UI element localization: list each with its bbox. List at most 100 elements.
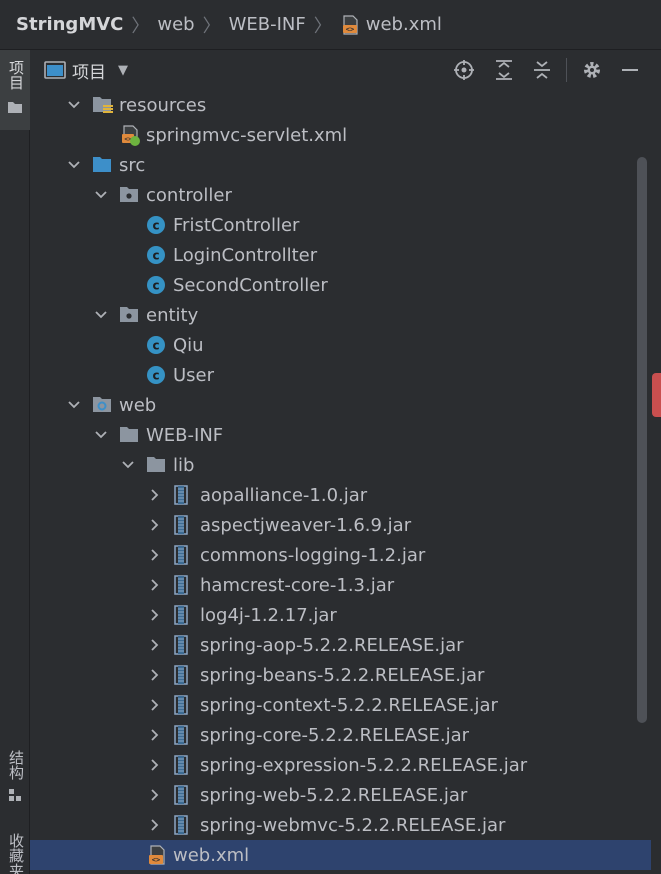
project-tree: resources <> springmvc-servlet.xml src contr… <box>30 90 661 874</box>
chevron-down-icon[interactable] <box>93 187 109 203</box>
tree-item-label: Qiu <box>173 334 204 356</box>
tree-row[interactable]: c LoginControllter <box>30 240 651 270</box>
resources-folder-icon <box>92 95 113 115</box>
tree-item-label: LoginControllter <box>173 244 318 266</box>
tree-row[interactable]: aopalliance-1.0.jar <box>30 480 651 510</box>
breadcrumb-item-web[interactable]: web <box>157 14 194 35</box>
tree-row[interactable]: hamcrest-core-1.3.jar <box>30 570 651 600</box>
breadcrumb-project[interactable]: StringMVC <box>16 14 123 35</box>
chevron-down-icon[interactable] <box>66 97 82 113</box>
tree-item-label: commons-logging-1.2.jar <box>200 544 426 566</box>
folder-icon <box>119 425 139 445</box>
chevron-right-icon[interactable] <box>147 787 163 803</box>
tree-row[interactable]: c User <box>30 360 651 390</box>
tree-item-label: springmvc-servlet.xml <box>146 124 348 146</box>
web-folder-icon <box>92 395 112 415</box>
tree-row[interactable]: c FristController <box>30 210 651 240</box>
tree-row[interactable]: spring-context-5.2.2.RELEASE.jar <box>30 690 651 720</box>
tree-row[interactable]: lib <box>30 450 651 480</box>
tree-row[interactable]: controller <box>30 180 651 210</box>
jar-icon <box>173 605 193 625</box>
chevron-right-icon: 〉 <box>131 15 150 37</box>
breadcrumb-item-web-xml[interactable]: <> web.xml <box>340 14 442 35</box>
chevron-right-icon[interactable] <box>147 757 163 773</box>
tree-row[interactable]: <> web.xml <box>30 840 651 870</box>
jar-icon <box>173 725 193 745</box>
tree-item-label: User <box>173 364 215 386</box>
tree-item-label: SecondController <box>173 274 328 296</box>
tree-row[interactable]: aspectjweaver-1.6.9.jar <box>30 510 651 540</box>
tree-row[interactable]: c Qiu <box>30 330 651 360</box>
xml-file-icon: <> <box>342 14 358 35</box>
gear-icon[interactable] <box>580 58 604 82</box>
jar-icon <box>173 785 193 805</box>
tree-row[interactable]: src <box>30 150 651 180</box>
tree-row[interactable]: WEB-INF <box>30 420 651 450</box>
chevron-down-icon[interactable]: ▼ <box>118 63 128 78</box>
tree-row[interactable]: web <box>30 390 651 420</box>
spring-xml-icon: <> <box>119 125 140 146</box>
class-icon: c <box>146 275 166 295</box>
tree-item-label: aspectjweaver-1.6.9.jar <box>200 514 412 536</box>
project-view-icon <box>44 61 66 79</box>
chevron-right-icon[interactable] <box>147 487 163 503</box>
chevron-down-icon[interactable] <box>66 157 82 173</box>
tree-item-label: src <box>119 154 146 176</box>
tree-row[interactable]: spring-expression-5.2.2.RELEASE.jar <box>30 750 651 780</box>
tree-row[interactable]: <> springmvc-servlet.xml <box>30 120 651 150</box>
project-view-title[interactable]: 项目 <box>72 58 106 83</box>
tree-row[interactable]: entity <box>30 300 651 330</box>
expand-all-icon[interactable] <box>492 58 516 82</box>
tree-item-label: web <box>119 394 157 416</box>
tree-row[interactable]: spring-aop-5.2.2.RELEASE.jar <box>30 630 651 660</box>
chevron-right-icon[interactable] <box>147 817 163 833</box>
chevron-right-icon[interactable] <box>147 667 163 683</box>
svg-text:<>: <> <box>346 25 354 33</box>
tree-row[interactable]: spring-core-5.2.2.RELEASE.jar <box>30 720 651 750</box>
tree-row[interactable]: spring-web-5.2.2.RELEASE.jar <box>30 780 651 810</box>
chevron-down-icon[interactable] <box>93 427 109 443</box>
project-tool-button[interactable]: 项目 <box>0 50 30 130</box>
breadcrumb-file-label: web.xml <box>365 14 442 35</box>
tree-scrollbar[interactable] <box>637 157 647 723</box>
tree-item-label: spring-expression-5.2.2.RELEASE.jar <box>200 754 528 776</box>
locate-icon[interactable] <box>452 58 476 82</box>
tree-item-label: web.xml <box>173 844 250 866</box>
chevron-right-icon[interactable] <box>147 577 163 593</box>
project-stripe-label: 项目 <box>7 60 25 90</box>
class-icon: c <box>146 245 166 265</box>
collapse-all-icon[interactable] <box>530 58 554 82</box>
folder-icon <box>8 102 22 113</box>
chevron-down-icon[interactable] <box>66 397 82 413</box>
tree-row[interactable]: log4j-1.2.17.jar <box>30 600 651 630</box>
error-marker[interactable] <box>652 373 661 417</box>
favorites-tool-button[interactable]: 收藏夹 <box>0 825 30 874</box>
breadcrumb-item-web-inf[interactable]: WEB-INF <box>229 14 306 35</box>
breadcrumb: StringMVC 〉 web 〉 WEB-INF 〉 <> web.xml <box>0 0 661 50</box>
tree-item-label: entity <box>146 304 199 326</box>
tree-item-label: controller <box>146 184 232 206</box>
tree-item-label: spring-webmvc-5.2.2.RELEASE.jar <box>200 814 506 836</box>
minimize-icon[interactable] <box>618 58 642 82</box>
chevron-right-icon[interactable] <box>147 727 163 743</box>
tree-row[interactable]: c SecondController <box>30 270 651 300</box>
chevron-right-icon[interactable] <box>147 637 163 653</box>
tree-row[interactable]: spring-beans-5.2.2.RELEASE.jar <box>30 660 651 690</box>
tree-row[interactable]: resources <box>30 90 651 120</box>
chevron-right-icon[interactable] <box>147 607 163 623</box>
tree-row[interactable]: spring-webmvc-5.2.2.RELEASE.jar <box>30 810 651 840</box>
chevron-right-icon[interactable] <box>147 697 163 713</box>
folder-icon <box>146 455 166 475</box>
tree-item-label: spring-web-5.2.2.RELEASE.jar <box>200 784 468 806</box>
chevron-down-icon[interactable] <box>93 307 109 323</box>
tree-item-label: resources <box>119 94 207 116</box>
chevron-down-icon[interactable] <box>120 457 136 473</box>
tree-row[interactable]: commons-logging-1.2.jar <box>30 540 651 570</box>
chevron-right-icon[interactable] <box>147 517 163 533</box>
class-icon: c <box>146 365 166 385</box>
package-icon <box>119 305 139 325</box>
structure-tool-button[interactable]: 结构 <box>0 740 30 810</box>
tree-item-label: log4j-1.2.17.jar <box>200 604 337 626</box>
chevron-right-icon[interactable] <box>147 547 163 563</box>
tree-item-label: hamcrest-core-1.3.jar <box>200 574 395 596</box>
